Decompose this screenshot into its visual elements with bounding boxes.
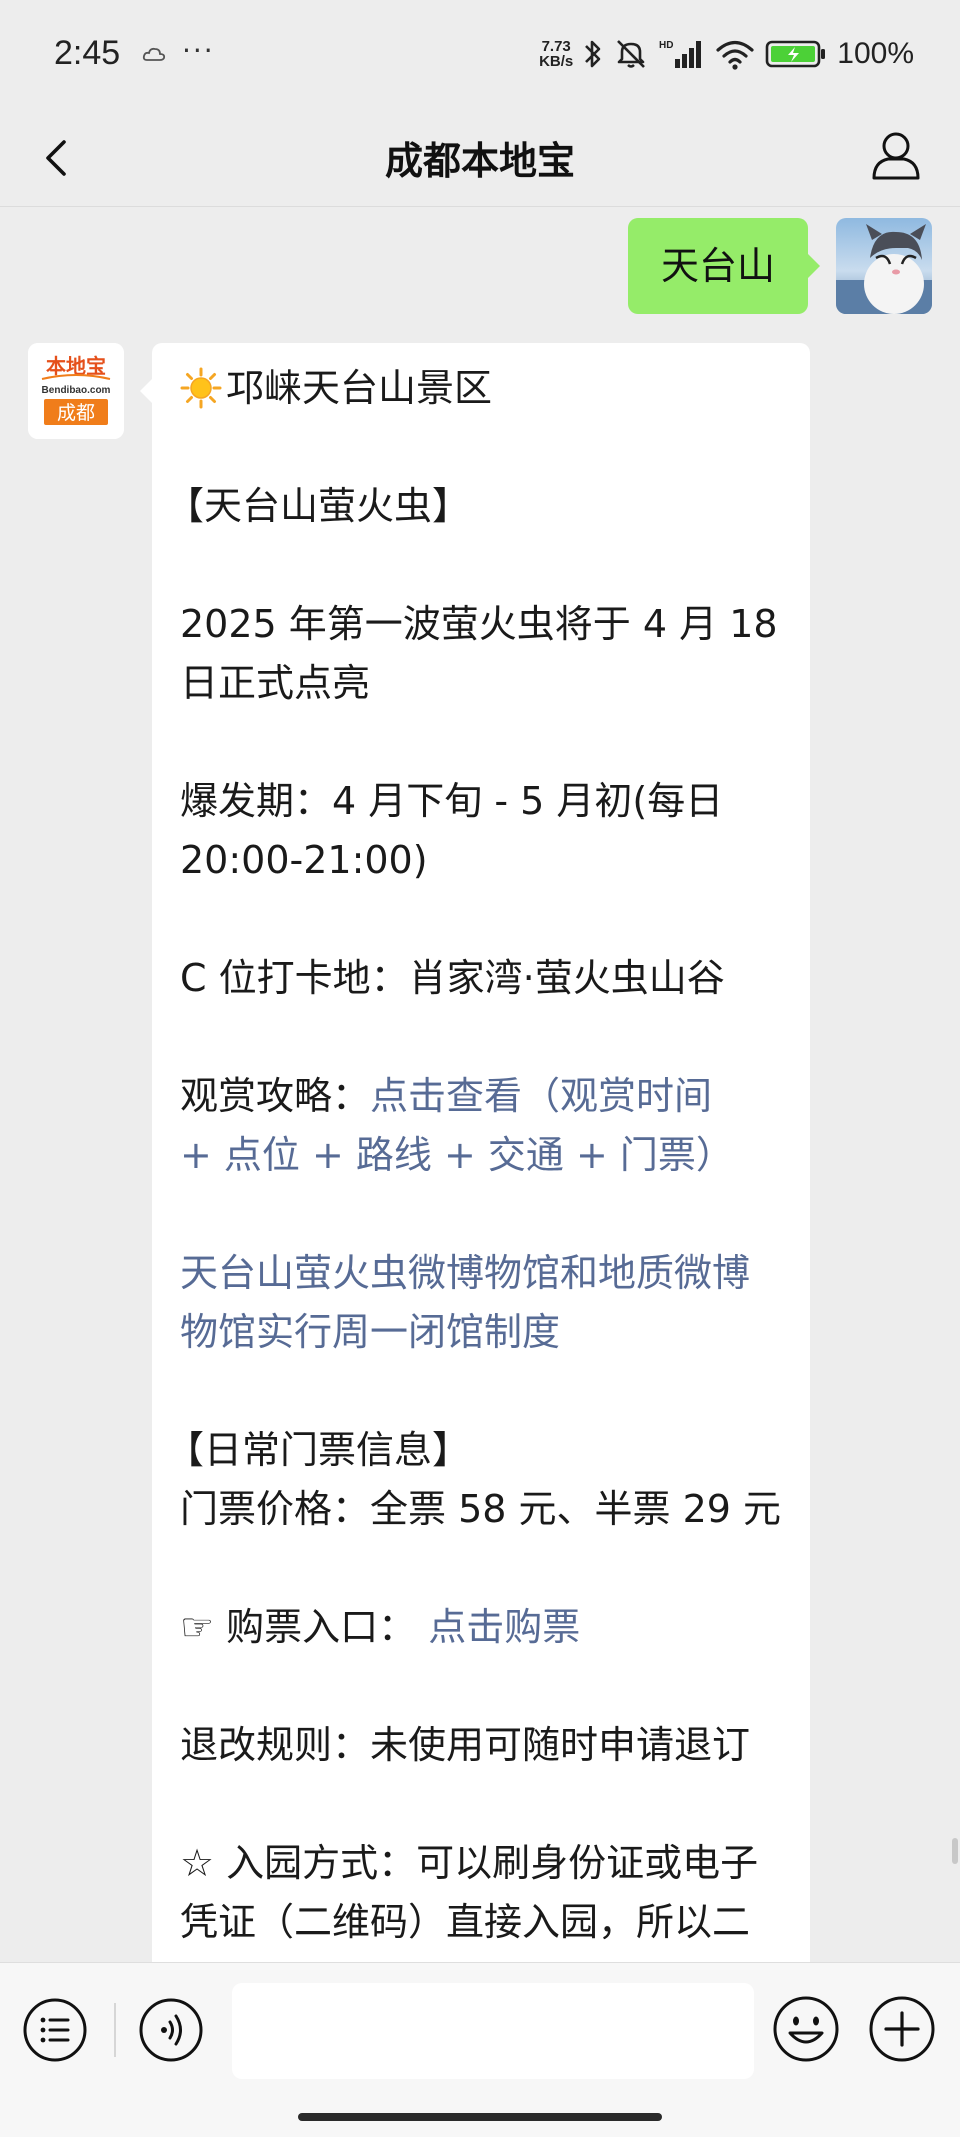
menu-button[interactable] [22, 1997, 88, 2063]
scrollbar-thumb[interactable] [952, 1838, 958, 1864]
wifi-icon [715, 37, 755, 71]
status-bar: 2:45 ··· 7.73 KB/s HD 100% [0, 0, 960, 112]
more-actions-button[interactable] [868, 1995, 936, 2063]
logo-city-text: 成都 [57, 402, 95, 424]
message-line: 观赏攻略：点击查看（观赏时间 [180, 1067, 788, 1126]
message-line: 凭证（二维码）直接入园，所以二 [180, 1900, 751, 1944]
person-icon [872, 132, 920, 180]
plus-icon [869, 1996, 935, 2062]
purchase-label: ☞ 购票入口： [180, 1605, 417, 1649]
voice-icon [139, 1998, 203, 2062]
bot-avatar[interactable]: 本地宝 Bendibao.com 成都 [28, 343, 124, 439]
divider [114, 2003, 116, 2057]
museum-notice-link[interactable]: 天台山萤火虫微博物馆和地质微博 [180, 1244, 788, 1303]
status-time: 2:45 [54, 34, 121, 72]
bluetooth-icon [583, 37, 603, 71]
message-line: 邛崃天台山景区 [180, 359, 788, 418]
message-line: 2025 年第一波萤火虫将于 4 月 18 [180, 602, 778, 646]
message-line: C 位打卡地：肖家湾·萤火虫山谷 [180, 956, 725, 1000]
emoji-button[interactable] [772, 1995, 840, 2063]
message-line: 门票价格：全票 58 元、半票 29 元 [180, 1487, 782, 1531]
more-notifications-icon: ··· [182, 34, 215, 67]
scenic-area-title: 邛崃天台山景区 [226, 366, 493, 410]
network-speed-value: 7.73 [541, 38, 571, 55]
page-title: 成都本地宝 [384, 139, 575, 183]
cloud-icon [142, 44, 166, 64]
guide-link-continued[interactable]: + 点位 + 路线 + 交通 + 门票） [180, 1126, 788, 1185]
chat-info-button[interactable] [866, 126, 926, 186]
logo-domain-text: Bendibao.com [42, 385, 111, 396]
status-icons: 7.73 KB/s HD 100% [539, 34, 914, 74]
network-speed-unit: KB/s [539, 53, 574, 70]
sun-icon [180, 367, 222, 409]
message-line: 退改规则：未使用可随时申请退订 [180, 1723, 751, 1767]
chat-area[interactable]: 天台山 本地宝 Bendibao.com 成都 邛崃天台山景区 【天台山萤火虫】… [0, 207, 960, 1962]
mute-icon [613, 37, 649, 71]
user-avatar[interactable] [836, 218, 932, 314]
purchase-link[interactable]: 点击购票 [428, 1605, 580, 1649]
user-message-text: 天台山 [660, 244, 775, 288]
signal-icon: HD [659, 37, 705, 71]
message-input[interactable] [232, 1983, 754, 2079]
cat-avatar-image [836, 218, 932, 314]
battery-icon [765, 37, 827, 71]
home-indicator[interactable] [298, 2113, 662, 2121]
message-line: 日正式点亮 [180, 661, 371, 705]
bot-message-bubble[interactable]: 邛崃天台山景区 【天台山萤火虫】 2025 年第一波萤火虫将于 4 月 18 日… [140, 343, 810, 1962]
list-menu-icon [23, 1998, 87, 2062]
museum-notice-link-continued[interactable]: 物馆实行周一闭馆制度 [180, 1303, 788, 1362]
smiley-face-icon [773, 1996, 839, 2062]
signal-hd-badge: HD [659, 40, 673, 51]
bendibao-logo: 本地宝 Bendibao.com 成都 [28, 343, 124, 439]
battery-percentage: 100% [837, 37, 914, 70]
message-line: 爆发期：4 月下旬 - 5 月初(每日 [180, 779, 724, 823]
message-line: ☞ 购票入口： 点击购票 [180, 1598, 788, 1657]
network-speed: 7.73 KB/s [539, 39, 573, 69]
guide-label: 观赏攻略： [180, 1074, 371, 1118]
message-line: ☆ 入园方式：可以刷身份证或电子 [180, 1841, 759, 1885]
message-line: 20:00-21:00) [180, 838, 428, 882]
voice-input-button[interactable] [138, 1997, 204, 2063]
guide-link[interactable]: 点击查看（观赏时间 [370, 1074, 712, 1118]
firefly-heading: 【天台山萤火虫】 [166, 484, 471, 528]
ticket-info-heading: 【日常门票信息】 [166, 1428, 471, 1472]
user-message-bubble[interactable]: 天台山 [628, 218, 820, 314]
title-bar: 成都本地宝 [0, 112, 960, 207]
input-bar [0, 1962, 960, 2137]
